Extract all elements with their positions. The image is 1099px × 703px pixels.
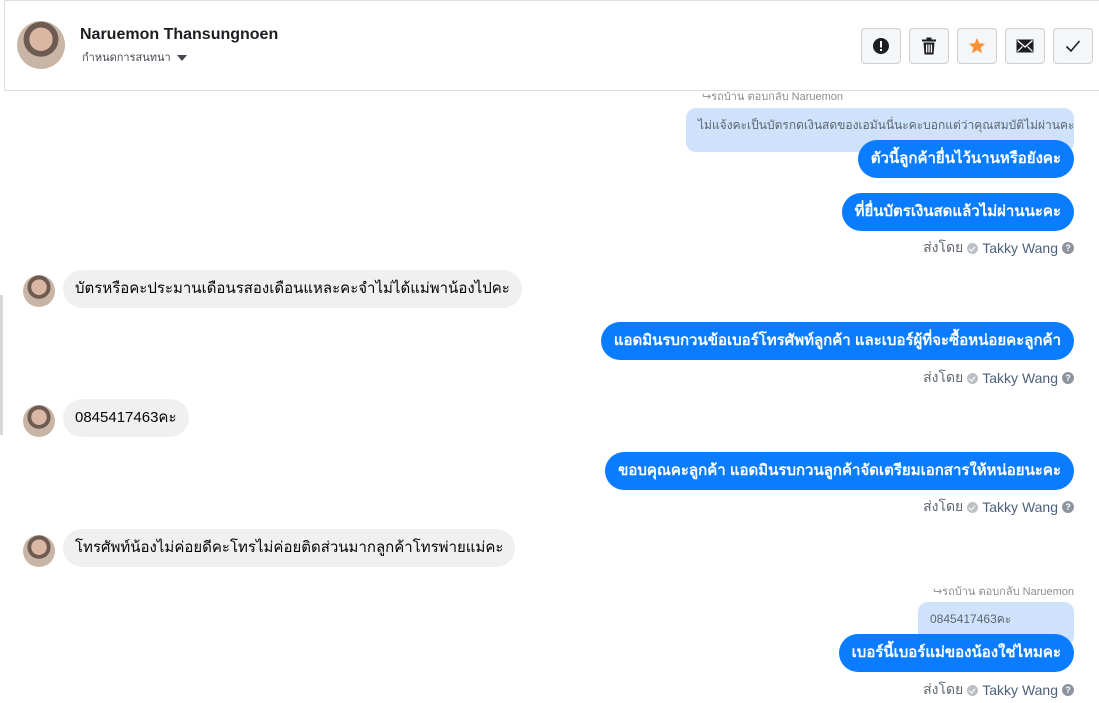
outgoing-message[interactable]: ที่ยื่นบัตรเงินสดแล้วไม่ผ่านนะคะ	[841, 193, 1074, 231]
trash-icon	[922, 37, 936, 55]
reply-indicator: ↪รถบ้าน ตอบกลับ Naruemon	[701, 92, 843, 103]
incoming-message[interactable]: โทรศัพท์น้องไม่ค่อยดีคะโทรไม่ค่อยติดส่วน…	[63, 529, 516, 567]
contact-avatar-small	[23, 535, 55, 567]
conversation-header: Naruemon Thansungnoen กำหนดการสนทนา	[4, 0, 1099, 91]
sent-check-icon	[967, 501, 979, 513]
contact-avatar-small	[23, 275, 55, 307]
reply-arrow-icon: ↪	[932, 586, 943, 598]
sent-check-icon	[967, 372, 979, 384]
alert-icon	[873, 38, 889, 54]
reply-arrow-icon: ↪	[701, 92, 712, 103]
sent-by-info: ส่งโดย Takky Wang ?	[923, 237, 1074, 259]
outgoing-message[interactable]: ขอบคุณคะลูกค้า แอดมินรบกวนลูกค้าจัดเตรีย…	[605, 452, 1074, 490]
sent-by-info: ส่งโดย Takky Wang ?	[923, 679, 1074, 701]
star-icon	[969, 38, 985, 54]
outgoing-message[interactable]: เบอร์นี้เบอร์แม่ของน้องใช่ไหมคะ	[838, 634, 1074, 672]
help-icon[interactable]: ?	[1062, 501, 1074, 513]
assign-label: กำหนดการสนทนา	[82, 52, 171, 64]
agent-name[interactable]: Takky Wang	[982, 682, 1058, 698]
mark-unread-button[interactable]	[1005, 28, 1045, 64]
reply-indicator: ↪รถบ้าน ตอบกลับ Naruemon	[932, 586, 1074, 598]
help-icon[interactable]: ?	[1062, 372, 1074, 384]
sent-check-icon	[967, 242, 979, 254]
header-actions	[861, 28, 1093, 64]
help-icon[interactable]: ?	[1062, 684, 1074, 696]
star-button[interactable]	[957, 28, 997, 64]
mark-spam-button[interactable]	[861, 28, 901, 64]
mark-done-button[interactable]	[1053, 28, 1093, 64]
help-icon[interactable]: ?	[1062, 242, 1074, 254]
contact-avatar[interactable]	[17, 21, 65, 69]
agent-name[interactable]: Takky Wang	[982, 370, 1058, 386]
contact-name[interactable]: Naruemon Thansungnoen	[80, 26, 278, 44]
sent-by-info: ส่งโดย Takky Wang ?	[923, 496, 1074, 518]
sent-by-info: ส่งโดย Takky Wang ?	[923, 367, 1074, 389]
contact-avatar-small	[23, 405, 55, 437]
caret-down-icon	[176, 54, 187, 61]
mail-icon	[1016, 39, 1034, 53]
incoming-message[interactable]: บัตรหรือคะประมานเดือนรสองเดือนแหละคะจำไม…	[63, 270, 522, 308]
delete-button[interactable]	[909, 28, 949, 64]
sent-check-icon	[967, 684, 979, 696]
outgoing-message[interactable]: ตัวนี้ลูกค้ายื่นไว้นานหรือยังคะ	[857, 140, 1074, 178]
message-thread[interactable]: ↪รถบ้าน ตอบกลับ Naruemon ไม่แจ้งคะเป็นบั…	[0, 92, 1099, 703]
agent-name[interactable]: Takky Wang	[982, 499, 1058, 515]
assign-conversation-dropdown[interactable]: กำหนดการสนทนา	[82, 48, 187, 66]
incoming-message[interactable]: 0845417463คะ	[63, 399, 189, 437]
agent-name[interactable]: Takky Wang	[982, 240, 1058, 256]
outgoing-message[interactable]: แอดมินรบกวนข้อเบอร์โทรศัพท์ลูกค้า และเบอ…	[600, 322, 1074, 360]
check-icon	[1065, 40, 1081, 53]
